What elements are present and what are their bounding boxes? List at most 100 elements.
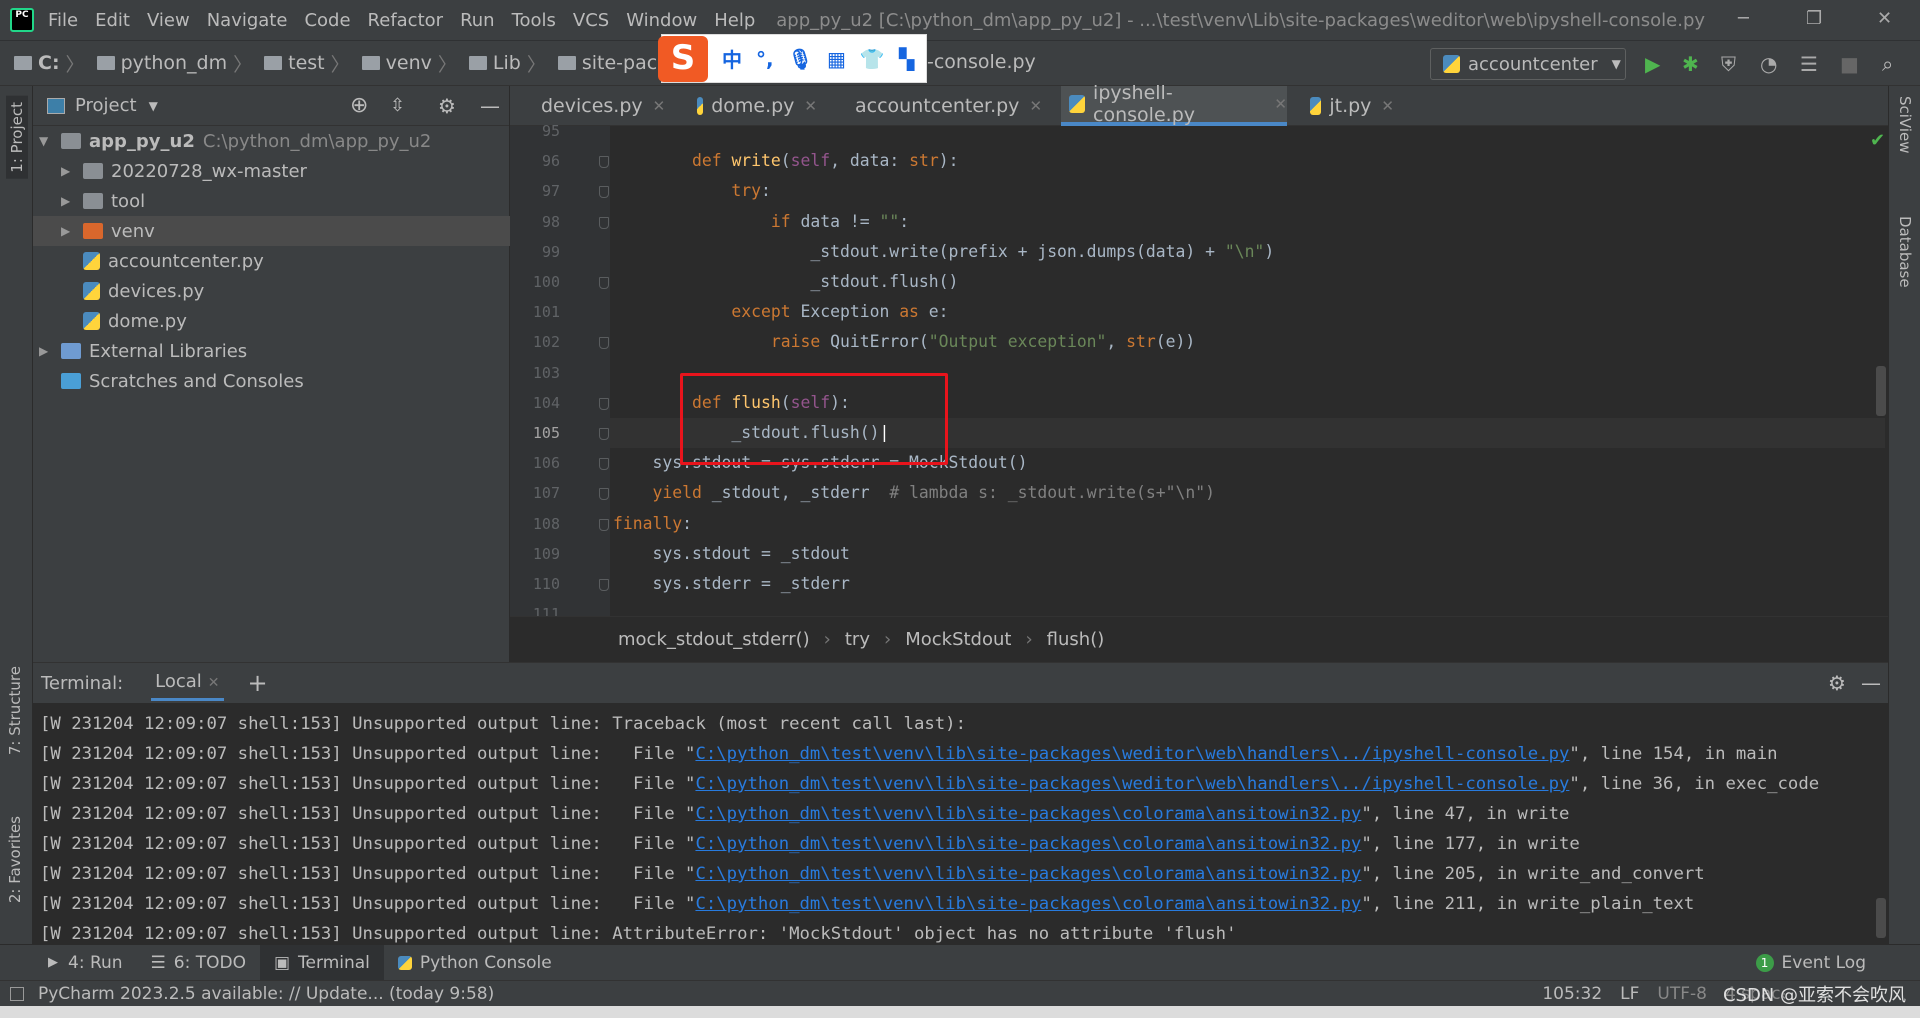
fold-marker-icon[interactable] (599, 156, 609, 169)
chevron-down-icon[interactable]: ▼ (149, 99, 158, 113)
collapsed-arrow-icon[interactable]: ▶ (61, 164, 75, 178)
menu-vcs[interactable]: VCS (573, 10, 609, 31)
menu-edit[interactable]: Edit (95, 10, 130, 31)
debug-icon[interactable]: ✱ (1682, 52, 1699, 76)
menu-code[interactable]: Code (304, 10, 350, 31)
menu-refactor[interactable]: Refactor (368, 10, 444, 31)
breadcrumb-item[interactable]: MockStdout (905, 629, 1011, 650)
hide-icon[interactable]: — (480, 94, 500, 118)
code-line[interactable]: sys.stdout = _stdout (610, 539, 1885, 569)
tree-item[interactable]: accountcenter.py (33, 246, 510, 276)
file-link[interactable]: C:\python_dm\test\venv\lib\site-packages… (695, 894, 1361, 914)
search-icon[interactable]: ⌕ (1882, 52, 1893, 76)
toggle-tool-windows-icon[interactable] (10, 986, 24, 1001)
tree-item[interactable]: Scratches and Consoles (33, 366, 510, 396)
fold-marker-icon[interactable] (599, 428, 609, 440)
profile-icon[interactable]: ◔ (1760, 52, 1777, 76)
status-message[interactable]: PyCharm 2023.2.5 available: // Update...… (38, 984, 494, 1004)
fold-marker-icon[interactable] (599, 216, 609, 229)
ime-chinese-mode[interactable]: 中 (722, 44, 742, 73)
menu-run[interactable]: Run (460, 10, 495, 31)
code-line[interactable]: finally: (610, 509, 1885, 539)
menu-navigate[interactable]: Navigate (207, 10, 288, 31)
code-line[interactable]: _stdout.flush() (610, 267, 1885, 297)
fold-marker-icon[interactable] (599, 277, 609, 289)
tree-item[interactable]: ▶ External Libraries (33, 336, 510, 366)
fold-marker-icon[interactable] (599, 488, 609, 501)
breadcrumb-item[interactable]: try (845, 629, 870, 650)
run-configuration-dropdown[interactable]: accountcenter ▼ (1430, 48, 1626, 80)
close-icon[interactable]: ✕ (1877, 8, 1892, 29)
collapsed-arrow-icon[interactable]: ▶ (61, 194, 75, 208)
fold-marker-icon[interactable] (599, 397, 609, 410)
nav-crumb[interactable]: test 〉 (264, 50, 356, 77)
keyboard-icon[interactable]: ▦ (827, 47, 846, 71)
fold-marker-icon[interactable] (599, 579, 609, 591)
fold-marker-icon[interactable] (599, 186, 609, 199)
nav-crumb-file[interactable]: -console.py (927, 51, 1036, 73)
close-tab-icon[interactable]: ✕ (1381, 97, 1394, 115)
gear-icon[interactable]: ⚙ (1828, 671, 1846, 695)
nav-crumb[interactable]: C: 〉 (14, 50, 91, 77)
menu-window[interactable]: Window (626, 10, 697, 31)
event-log-tool-tab[interactable]: 1 Event Log (1742, 945, 1880, 981)
editor-scrollbar[interactable] (1876, 366, 1886, 416)
stop-icon[interactable]: ■ (1840, 52, 1859, 76)
concurrency-icon[interactable]: ☰ (1800, 52, 1818, 76)
terminal-tool-tab[interactable]: ▣ Terminal (259, 944, 384, 981)
structure-tool-button[interactable]: 7: Structure (6, 666, 24, 755)
breadcrumb-item[interactable]: flush() (1047, 629, 1105, 650)
favorites-tool-button[interactable]: 2: Favorites (6, 816, 24, 903)
toolbox-grid-icon[interactable]: ▚ (899, 47, 914, 71)
project-view-selector[interactable]: Project (75, 95, 137, 116)
minimize-icon[interactable]: ─ (1738, 8, 1749, 29)
close-tab-icon[interactable]: ✕ (653, 97, 666, 115)
hide-icon[interactable]: — (1861, 671, 1881, 695)
sciview-tool-button[interactable]: SciView (1896, 96, 1914, 154)
expanded-arrow-icon[interactable]: ▼ (39, 134, 53, 148)
fold-marker-icon[interactable] (599, 518, 609, 531)
file-link[interactable]: C:\python_dm\test\venv\lib\site-packages… (695, 744, 1569, 764)
breadcrumb-item[interactable]: mock_stdout_stderr() (618, 629, 810, 650)
run-icon[interactable]: ▶ (1645, 52, 1660, 76)
tree-item[interactable]: ▶ venv (33, 216, 510, 246)
fold-marker-icon[interactable] (599, 458, 609, 471)
python-console-tool-tab[interactable]: Python Console (384, 945, 566, 981)
tree-item[interactable]: dome.py (33, 306, 510, 336)
new-terminal-plus-icon[interactable]: + (248, 669, 268, 697)
menu-file[interactable]: File (48, 10, 78, 31)
close-tab-icon[interactable]: ✕ (1274, 95, 1287, 113)
collapse-all-icon[interactable]: ⇳ (390, 95, 405, 116)
tree-item[interactable]: ▶ tool (33, 186, 510, 216)
collapsed-arrow-icon[interactable]: ▶ (61, 224, 75, 238)
caret-position[interactable]: 105:32 (1542, 984, 1602, 1004)
collapsed-arrow-icon[interactable]: ▶ (39, 344, 53, 358)
microphone-icon[interactable]: 🎙 (788, 47, 813, 71)
skin-shirt-icon[interactable]: 👕 (860, 47, 885, 71)
database-tool-button[interactable]: Database (1896, 216, 1914, 288)
nav-crumb[interactable]: Lib 〉 (468, 50, 552, 77)
file-link[interactable]: C:\python_dm\test\venv\lib\site-packages… (695, 864, 1361, 884)
close-tab-icon[interactable]: ✕ (208, 675, 220, 691)
code-line[interactable] (610, 116, 1885, 146)
coverage-icon[interactable]: ⛨ (1721, 52, 1736, 76)
code-line[interactable]: yield _stdout, _stderr # lambda s: _stdo… (610, 478, 1885, 508)
code-line[interactable]: sys.stderr = _stderr (610, 569, 1885, 599)
code-line[interactable]: def write(self, data: str): (610, 146, 1885, 176)
nav-crumb[interactable]: python_dm 〉 (96, 50, 259, 77)
todo-tool-tab[interactable]: ☰ 6: TODO (137, 945, 260, 981)
fold-marker-icon[interactable] (599, 337, 609, 350)
terminal-scrollbar[interactable] (1876, 898, 1886, 938)
file-link[interactable]: C:\python_dm\test\venv\lib\site-packages… (695, 774, 1569, 794)
project-tool-button[interactable]: 1: Project (6, 96, 28, 179)
gear-icon[interactable]: ⚙ (438, 94, 456, 118)
terminal-tab-local[interactable]: Local ✕ (151, 665, 224, 701)
code-line[interactable]: raise QuitError("Output exception", str(… (610, 327, 1885, 357)
code-line[interactable]: try: (610, 176, 1885, 206)
locate-icon[interactable]: ⊕ (350, 93, 368, 118)
tree-item[interactable]: ▶ 20220728_wx-master (33, 156, 510, 186)
close-tab-icon[interactable]: ✕ (1029, 97, 1042, 115)
run-tool-tab[interactable]: ▶ 4: Run (34, 945, 137, 981)
code-line[interactable]: if data != "": (610, 207, 1885, 237)
restore-icon[interactable]: ❐ (1806, 8, 1822, 29)
